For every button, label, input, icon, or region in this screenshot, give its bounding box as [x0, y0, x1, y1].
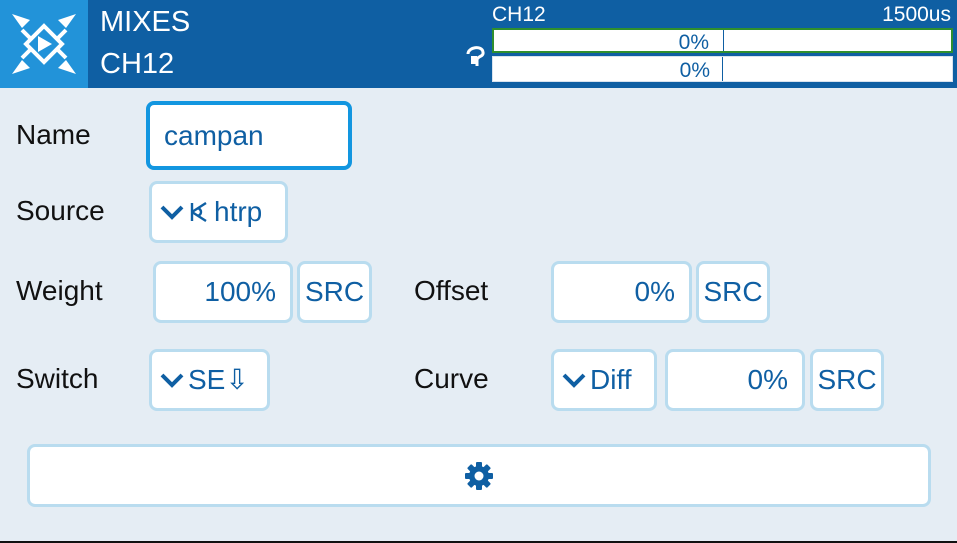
curve-src-label: SRC: [817, 364, 877, 395]
curve-value: 0%: [747, 364, 788, 395]
curve-type-value: Diff: [590, 364, 632, 395]
bar-center-divider: [723, 30, 724, 51]
channel-output-bar: 0%: [492, 28, 953, 53]
weight-label: Weight: [16, 275, 103, 306]
offset-label: Offset: [414, 275, 489, 306]
source-label: Source: [16, 195, 105, 226]
page-title: MIXES: [100, 6, 191, 38]
bar-value: 0%: [678, 31, 709, 54]
channel-name: CH12: [492, 3, 546, 26]
chevron-down-icon: [160, 373, 184, 388]
curve-label: Curve: [414, 363, 489, 394]
curve-type-select[interactable]: Diff: [551, 349, 657, 411]
offset-src-button[interactable]: SRC: [696, 261, 770, 323]
switch-select[interactable]: SE⇩: [149, 349, 270, 411]
stick-source-icon: [190, 201, 207, 223]
offset-input[interactable]: 0%: [551, 261, 692, 323]
app-logo-icon[interactable]: [0, 0, 88, 88]
curve-src-button[interactable]: SRC: [810, 349, 884, 411]
page-subtitle: CH12: [100, 48, 175, 80]
hand-pointer-icon: [466, 46, 485, 66]
chevron-down-icon: [160, 205, 184, 220]
bar-value: 0%: [679, 59, 710, 82]
weight-input[interactable]: 100%: [153, 261, 293, 323]
weight-value: 100%: [204, 276, 276, 307]
bar-center-divider: [722, 57, 723, 81]
name-label: Name: [16, 119, 91, 150]
weight-src-button[interactable]: SRC: [297, 261, 372, 323]
offset-value: 0%: [634, 276, 675, 307]
gear-icon: [465, 461, 493, 490]
offset-src-label: SRC: [703, 276, 763, 307]
source-value: htrp: [214, 196, 263, 227]
mix-output-bar: 0%: [492, 56, 953, 82]
weight-src-label: SRC: [304, 276, 365, 307]
header-bar: MIXES CH12 CH12 1500us 0% 0%: [0, 0, 957, 88]
curve-value-input[interactable]: 0%: [665, 349, 805, 411]
switch-value: SE⇩: [188, 364, 249, 395]
advanced-settings-button[interactable]: [27, 444, 931, 507]
chevron-down-icon: [562, 373, 586, 388]
switch-label: Switch: [16, 363, 99, 394]
source-select[interactable]: htrp: [149, 181, 288, 243]
name-input[interactable]: campan: [146, 101, 352, 170]
name-value: campan: [164, 119, 264, 151]
channel-pulse: 1500us: [882, 3, 951, 26]
